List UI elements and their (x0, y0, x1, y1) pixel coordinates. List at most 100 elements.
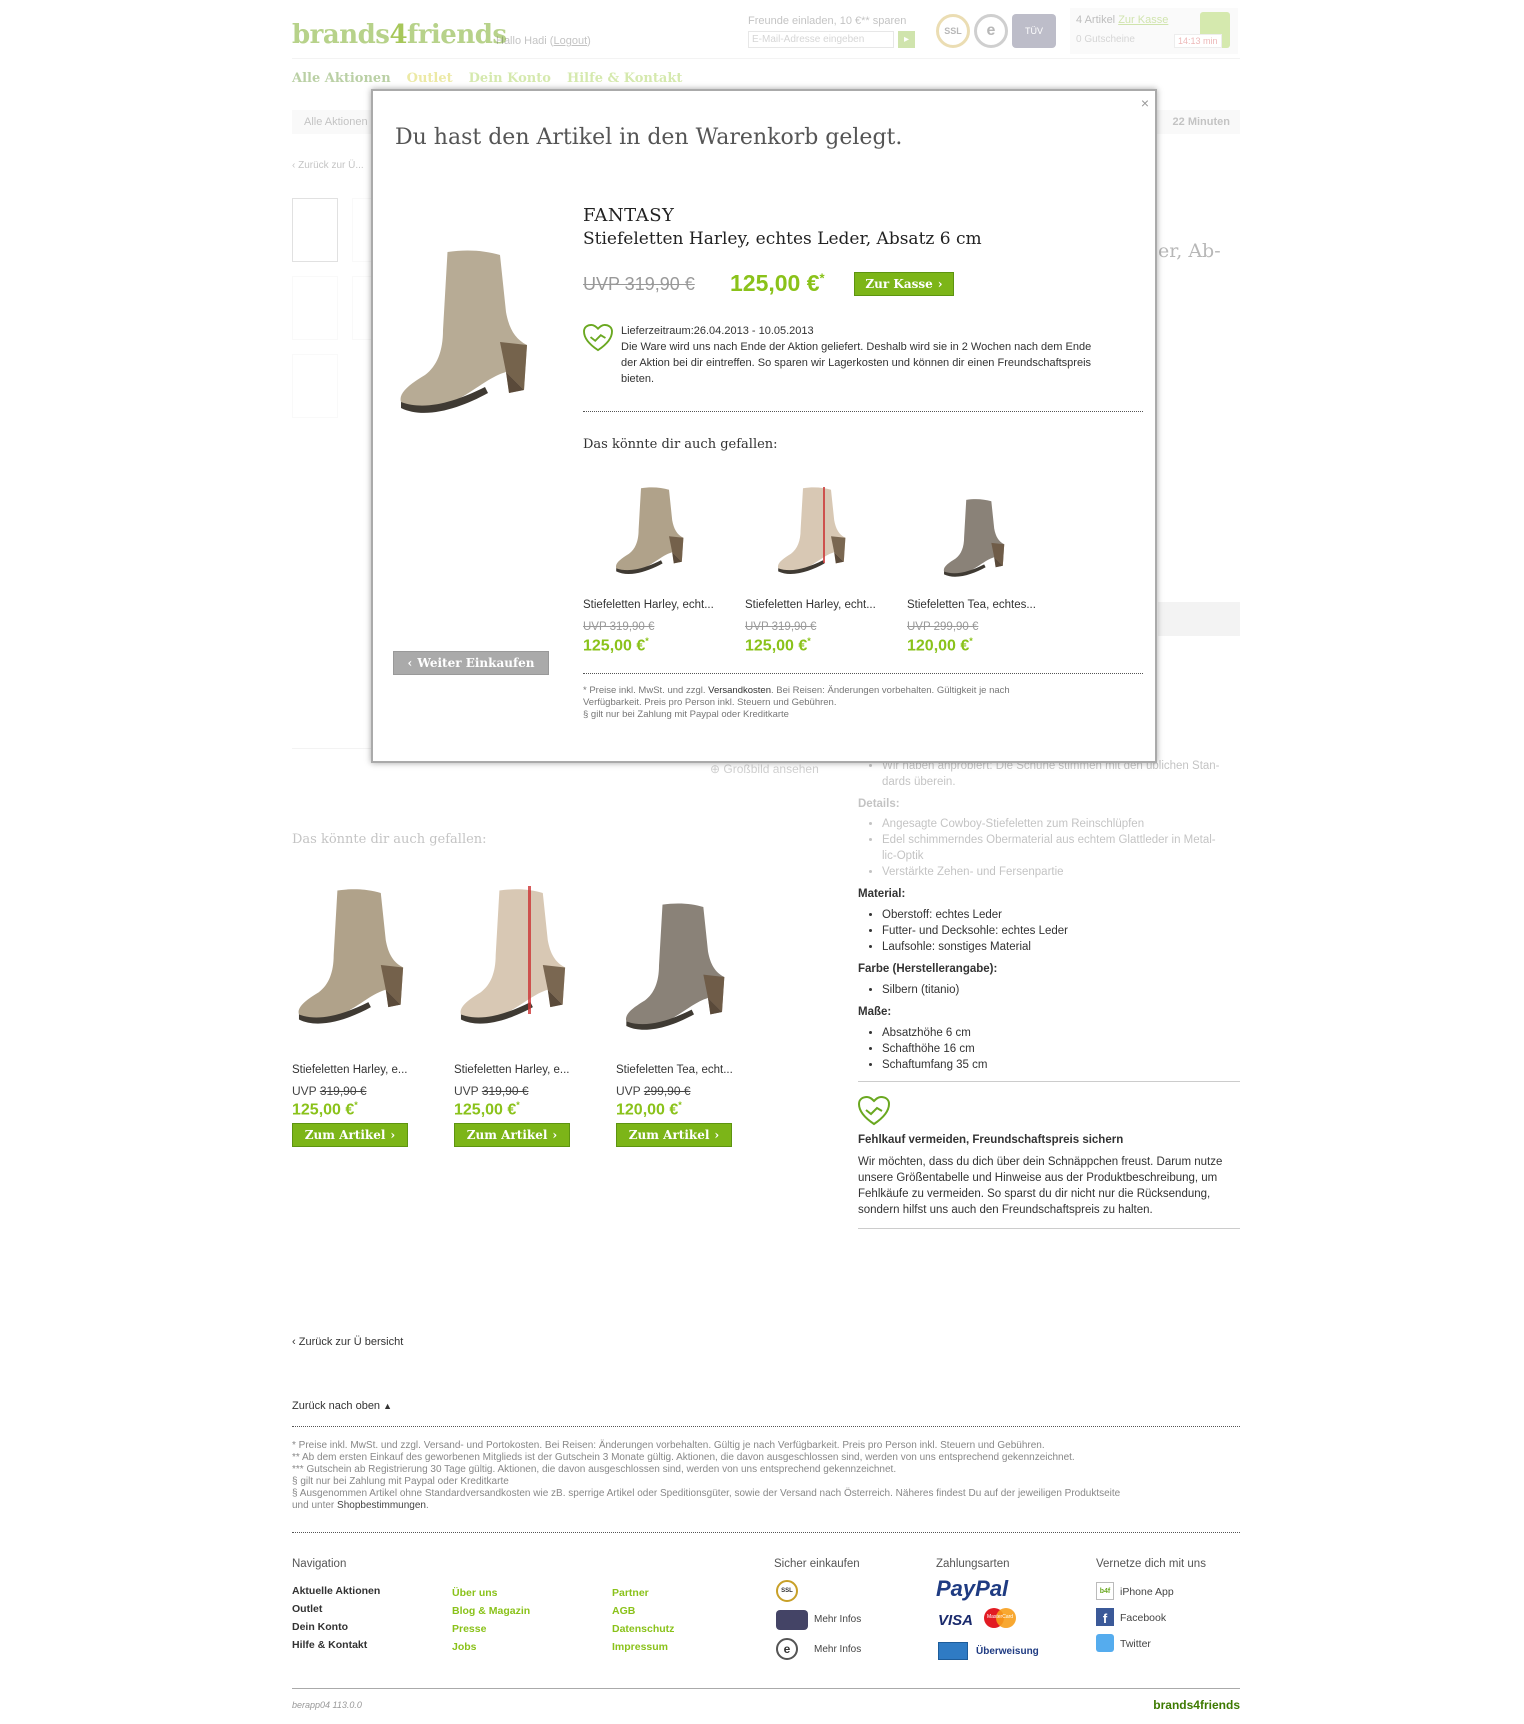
footer-link-current-promos[interactable]: Aktuelle Aktionen (292, 1582, 380, 1600)
facebook-icon: f (1096, 1608, 1114, 1626)
modal-rec-3[interactable]: Stiefeletten Tea, echtes... UVP 299,90 €… (907, 481, 1057, 661)
zoom-link[interactable]: ⊕ Großbild ansehen (710, 762, 819, 776)
cart-checkout-link[interactable]: Zur Kasse (1118, 14, 1168, 26)
footer-link-press[interactable]: Presse (452, 1620, 530, 1638)
product-button-3[interactable]: Zum Artikel › (616, 1123, 732, 1147)
measures-list: Absatzhöhe 6 cm Schafthöhe 16 cm Schaftu… (858, 1025, 1240, 1073)
modal-close-icon[interactable]: × (1141, 95, 1149, 111)
modal-rec-image-2[interactable] (775, 483, 855, 583)
iphone-app-icon: b4f (1096, 1582, 1114, 1600)
footer-link-account[interactable]: Dein Konto (292, 1618, 380, 1636)
nav-item-account[interactable]: Dein Konto (469, 71, 551, 86)
mastercard-logo: MasterCard (984, 1608, 1016, 1628)
logo-part-friends: friends (407, 20, 507, 50)
modal-uvp: UVP 319,90 € (583, 274, 695, 294)
social-link-facebook[interactable]: Facebook (1120, 1612, 1166, 1624)
footer-link-outlet[interactable]: Outlet (292, 1600, 380, 1618)
footnotes: * Preise inkl. MwSt. und zzgl. Versand- … (292, 1440, 1240, 1512)
footer-logo[interactable]: brands4friends (1153, 1698, 1240, 1712)
modal-rec-name-1[interactable]: Stiefeletten Harley, echt... (583, 599, 714, 611)
social-link-twitter[interactable]: Twitter (1120, 1638, 1151, 1650)
amex-logo (938, 1642, 968, 1660)
back-to-overview-link[interactable]: ‹ Zurück zur Ü bersicht (292, 1336, 403, 1348)
ssl-badge-icon: SSL (936, 14, 970, 48)
product-card-1[interactable]: Stiefeletten Harley, e... UVP 319,90 € 1… (292, 880, 422, 1150)
product-image-3[interactable] (618, 900, 742, 1040)
visa-logo: VISA (938, 1612, 974, 1629)
social-link-iphone[interactable]: iPhone App (1120, 1586, 1174, 1598)
nav-item-help[interactable]: Hilfe & Kontakt (567, 71, 682, 86)
modal-rec-name-2[interactable]: Stiefeletten Harley, echt... (745, 599, 876, 611)
paypal-logo: PayPal (936, 1576, 1009, 1601)
modal-rec-uvp-1: UVP 319,90 € (583, 621, 655, 633)
product-uvp-3: UVP 299,90 € (616, 1084, 691, 1098)
product-uvp-value-3: 299,90 € (643, 1084, 691, 1098)
material-list: Oberstoff: echtes Leder Futter- und Deck… (858, 907, 1240, 955)
footer-link-privacy[interactable]: Datenschutz (612, 1620, 674, 1638)
modal-continue-label: Weiter Einkaufen (417, 656, 535, 670)
product-image-1[interactable] (294, 880, 418, 1040)
product-button-2[interactable]: Zum Artikel › (454, 1123, 570, 1147)
invite-input[interactable]: E-Mail-Adresse eingeben (748, 31, 894, 48)
mastercard-label: MasterCard (986, 1614, 1014, 1620)
thumbnail-1[interactable] (292, 198, 338, 262)
footer-col-2: Über uns Blog & Magazin Presse Jobs (452, 1584, 530, 1656)
friendship-divider (858, 1228, 1240, 1229)
footnote-5: § Ausgenommen Artikel ohne Standardversa… (292, 1488, 1121, 1499)
footer-link-agb[interactable]: AGB (612, 1602, 674, 1620)
modal-rec-1[interactable]: Stiefeletten Harley, echt... UVP 319,90 … (583, 481, 733, 661)
friendship-heart-icon (858, 1096, 890, 1126)
friendship-text-line-1: Wir möchten, dass du dich über dein Schn… (858, 1156, 1223, 1168)
product-name-1[interactable]: Stiefeletten Harley, e... (292, 1064, 407, 1076)
modal-rec-2[interactable]: Stiefeletten Harley, echt... UVP 319,90 … (745, 481, 895, 661)
modal-rec-name-3[interactable]: Stiefeletten Tea, echtes... (907, 599, 1036, 611)
back-to-overview-text: Zurück zur Ü bersicht (298, 1336, 404, 1348)
product-card-2[interactable]: Stiefeletten Harley, e... UVP 319,90 € 1… (454, 880, 584, 1150)
tuev-more-info[interactable]: Mehr Infos (814, 1614, 861, 1625)
logo-part-brands: brands (292, 20, 390, 50)
modal-rec-image-1[interactable] (613, 483, 693, 583)
footer-link-imprint[interactable]: Impressum (612, 1638, 674, 1656)
shop-terms-link[interactable]: Shopbestimmungen (337, 1500, 426, 1511)
logo[interactable]: brands4friends (292, 20, 507, 50)
back-link-top[interactable]: ‹ Zurück zur Ü... (292, 160, 364, 171)
footer-col-3: Partner AGB Datenschutz Impressum (612, 1584, 674, 1656)
nav-item-outlet[interactable]: Outlet (407, 71, 453, 86)
modal-continue-shopping-button[interactable]: ‹ Weiter Einkaufen (393, 651, 549, 675)
footer-link-about[interactable]: Über uns (452, 1584, 530, 1602)
friendship-heading: Fehlkauf vermeiden, Freundschaftspreis s… (858, 1134, 1124, 1146)
invite-submit-button[interactable]: ▸ (898, 31, 915, 48)
product-card-3[interactable]: Stiefeletten Tea, echt... UVP 299,90 € 1… (616, 880, 746, 1150)
footer-link-jobs[interactable]: Jobs (452, 1638, 530, 1656)
transfer-label: Überweisung (976, 1646, 1039, 1657)
modal-shipping-link[interactable]: Versandkosten (708, 685, 771, 696)
footnote-tail: und unter (292, 1500, 335, 1511)
thumbnail-5[interactable] (292, 354, 338, 418)
footnote-2: ** Ab dem ersten Einkauf des geworbenen … (292, 1452, 1075, 1463)
modal-delivery: Lieferzeitraum:26.04.2013 - 10.05.2013 D… (621, 323, 1141, 387)
product-price-value-2: 125,00 € (454, 1101, 517, 1119)
ehi-more-info[interactable]: Mehr Infos (814, 1644, 861, 1655)
product-name-2[interactable]: Stiefeletten Harley, e... (454, 1064, 569, 1076)
product-button-label-3: Zum Artikel (628, 1128, 710, 1142)
modal-divider-1 (583, 411, 1143, 412)
material-item-1: Oberstoff: echtes Leder (882, 907, 1240, 923)
thumbnail-3[interactable] (292, 276, 338, 340)
footer-link-blog[interactable]: Blog & Magazin (452, 1602, 530, 1620)
footer-link-partner[interactable]: Partner (612, 1584, 674, 1602)
footer-link-help[interactable]: Hilfe & Kontakt (292, 1636, 380, 1654)
measure-item-2: Schafthöhe 16 cm (882, 1041, 1240, 1057)
breadcrumb-first[interactable]: Alle Aktionen (304, 116, 368, 128)
product-name-3[interactable]: Stiefeletten Tea, echt... (616, 1064, 733, 1076)
back-to-top-link[interactable]: Zurück nach oben ▲ (292, 1400, 392, 1412)
product-image-2[interactable] (456, 880, 580, 1040)
bg-grey-bar (1158, 602, 1240, 636)
mini-cart[interactable]: 4 Artikel Zur Kasse 0 Gutscheine 14:13 m… (1070, 8, 1238, 54)
product-uvp-value-1: 319,90 € (319, 1084, 367, 1098)
nav-item-all-promotions[interactable]: Alle Aktionen (292, 71, 391, 86)
product-button-1[interactable]: Zum Artikel › (292, 1123, 408, 1147)
modal-checkout-button[interactable]: Zur Kasse › (854, 272, 954, 296)
modal-rec-price-value-3: 120,00 € (907, 637, 970, 655)
logout-link[interactable]: Logout (553, 35, 587, 47)
modal-rec-image-3[interactable] (937, 497, 1017, 583)
